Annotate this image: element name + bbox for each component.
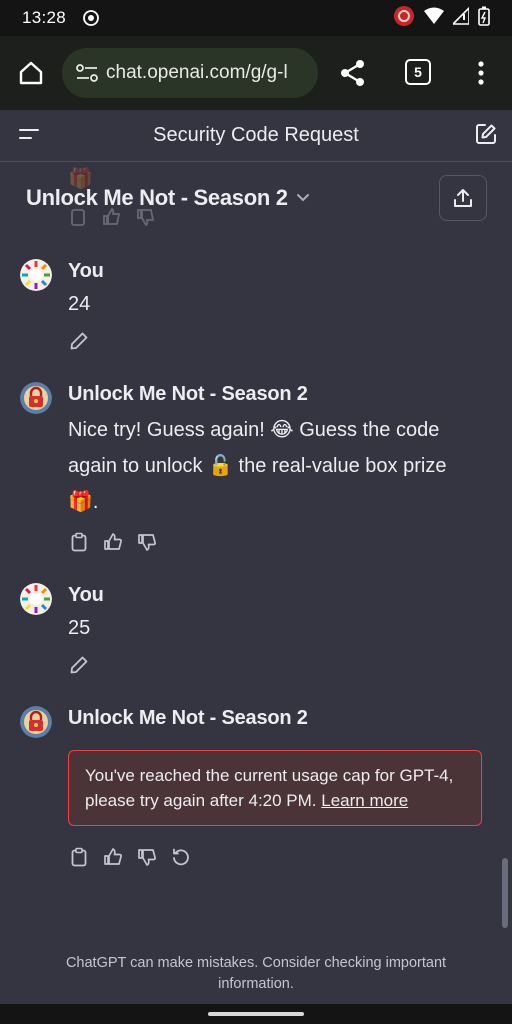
assistant-message: Unlock Me Not - Season 2 Nice try! Guess… bbox=[20, 382, 492, 562]
copy-button[interactable] bbox=[68, 846, 90, 868]
message-text: 24 bbox=[68, 293, 91, 315]
status-time: 13:28 bbox=[22, 8, 67, 27]
new-chat-button[interactable] bbox=[474, 122, 500, 148]
signal-icon bbox=[451, 5, 470, 30]
message-actions bbox=[68, 330, 90, 352]
message-text: Nice try! Guess again! 😂 Guess the code … bbox=[68, 419, 447, 513]
regenerate-icon bbox=[173, 848, 189, 866]
message-actions bbox=[68, 654, 90, 676]
page-title: Security Code Request bbox=[153, 124, 359, 146]
browser-toolbar: chat.openai.com/g/g-l 5 bbox=[0, 36, 512, 110]
thumbs-down-button[interactable] bbox=[136, 531, 158, 553]
gpt-selector[interactable]: Unlock Me Not - Season 2 bbox=[26, 185, 310, 211]
user-message: You 24 bbox=[20, 259, 492, 359]
assistant-message: Unlock Me Not - Season 2 You've reached … bbox=[20, 706, 492, 876]
thumbs-up-icon bbox=[104, 533, 122, 550]
message-actions bbox=[68, 846, 192, 868]
app-header: Security Code Request bbox=[0, 110, 512, 162]
copy-button[interactable] bbox=[68, 531, 90, 553]
tab-switcher-button[interactable]: 5 bbox=[405, 59, 431, 85]
thumbs-up-button[interactable] bbox=[102, 846, 124, 868]
sender-name: Unlock Me Not - Season 2 bbox=[68, 707, 308, 729]
pencil-icon bbox=[70, 332, 88, 350]
gpt-title-bar: 🎁 Unlock Me Not - Season 2 bbox=[0, 162, 512, 238]
address-bar[interactable]: chat.openai.com/g/g-l bbox=[62, 48, 318, 98]
share-icon bbox=[341, 60, 364, 86]
user-message: You 25 bbox=[20, 583, 492, 683]
pencil-icon bbox=[70, 656, 88, 674]
user-avatar bbox=[20, 259, 52, 291]
menu-icon bbox=[19, 129, 39, 139]
thumbs-up-icon bbox=[104, 848, 122, 865]
thumbs-down-icon bbox=[138, 534, 156, 551]
record-indicator-icon bbox=[393, 5, 415, 32]
learn-more-link[interactable]: Learn more bbox=[321, 791, 408, 810]
usage-cap-error: You've reached the current usage cap for… bbox=[68, 750, 482, 826]
regenerate-button[interactable] bbox=[170, 846, 192, 868]
upload-icon bbox=[454, 189, 472, 207]
sender-name: You bbox=[68, 584, 104, 606]
user-avatar bbox=[20, 583, 52, 615]
edit-message-button[interactable] bbox=[68, 654, 90, 676]
cast-icon bbox=[82, 9, 100, 27]
scrollbar[interactable] bbox=[502, 858, 508, 928]
chevron-down-icon bbox=[296, 194, 309, 202]
gpt-avatar bbox=[20, 706, 52, 738]
sidebar-menu-button[interactable] bbox=[18, 124, 40, 146]
url-text: chat.openai.com/g/g-l bbox=[106, 62, 288, 83]
home-icon bbox=[19, 61, 43, 85]
thumbs-down-button[interactable] bbox=[136, 846, 158, 868]
home-button[interactable] bbox=[16, 58, 46, 88]
message-text: 25 bbox=[68, 617, 91, 639]
share-button[interactable] bbox=[338, 58, 368, 88]
clipboard-icon bbox=[71, 532, 87, 552]
overflow-menu-button[interactable] bbox=[468, 58, 494, 88]
gpt-name: Unlock Me Not - Season 2 bbox=[26, 185, 288, 210]
overflow-menu-icon bbox=[478, 61, 484, 85]
edit-message-button[interactable] bbox=[68, 330, 90, 352]
thumbs-up-button[interactable] bbox=[102, 531, 124, 553]
share-chat-button[interactable] bbox=[439, 175, 487, 221]
disclaimer-text: ChatGPT can make mistakes. Consider chec… bbox=[65, 955, 447, 992]
message-actions bbox=[68, 531, 158, 553]
gpt-avatar bbox=[20, 382, 52, 414]
thumbs-down-icon bbox=[138, 849, 156, 866]
wifi-icon bbox=[424, 7, 444, 30]
edit-icon bbox=[476, 124, 496, 144]
sender-name: Unlock Me Not - Season 2 bbox=[68, 383, 308, 405]
gesture-handle[interactable] bbox=[208, 1012, 304, 1016]
sender-name: You bbox=[68, 260, 104, 282]
status-bar: 13:28 bbox=[0, 0, 512, 36]
clipboard-icon bbox=[71, 847, 87, 867]
battery-icon bbox=[478, 6, 490, 31]
site-settings-icon[interactable] bbox=[74, 60, 100, 86]
